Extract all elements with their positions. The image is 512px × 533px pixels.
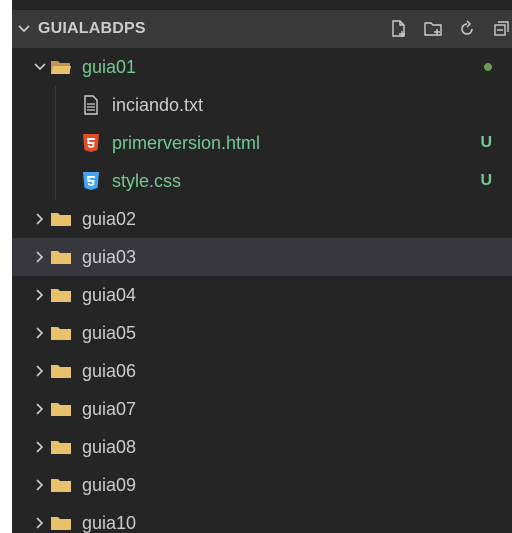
refresh-icon[interactable] <box>456 18 478 40</box>
chevron-down-icon[interactable] <box>30 57 50 77</box>
folder-icon <box>50 209 72 229</box>
folder-row-guia02[interactable]: guia02 <box>12 200 512 238</box>
new-folder-icon[interactable] <box>422 18 444 40</box>
git-untracked-badge: U <box>480 172 492 189</box>
folder-label: guia04 <box>82 284 137 305</box>
chevron-right-icon[interactable] <box>30 247 50 267</box>
folder-label: guia03 <box>82 246 137 267</box>
chevron-right-icon[interactable] <box>30 399 50 419</box>
chevron-right-icon[interactable] <box>30 437 50 457</box>
folder-label: guia01 <box>82 56 137 77</box>
folder-row-guia03[interactable]: guia03 <box>12 238 512 276</box>
file-row-style-css[interactable]: style.css U <box>12 162 512 200</box>
explorer-panel: GUIALABDPS guia01 inciando.txt primerver… <box>0 0 512 533</box>
window-edge <box>0 0 12 533</box>
git-modified-dot <box>484 63 492 71</box>
git-untracked-badge: U <box>480 134 492 151</box>
folder-row-guia09[interactable]: guia09 <box>12 466 512 504</box>
folder-label: guia06 <box>82 360 137 381</box>
chevron-right-icon[interactable] <box>30 513 50 533</box>
folder-label: guia05 <box>82 322 137 343</box>
chevron-right-icon[interactable] <box>30 361 50 381</box>
css3-icon <box>80 171 102 191</box>
folder-icon <box>50 247 72 267</box>
folder-icon <box>50 513 72 533</box>
chevron-right-icon[interactable] <box>30 475 50 495</box>
collapse-all-icon[interactable] <box>490 18 512 40</box>
folder-icon <box>50 399 72 419</box>
folder-label: guia10 <box>82 512 137 533</box>
file-tree: guia01 inciando.txt primerversion.html U <box>12 48 512 533</box>
file-label: inciando.txt <box>112 94 204 115</box>
folder-row-guia07[interactable]: guia07 <box>12 390 512 428</box>
file-label: primerversion.html <box>112 132 261 153</box>
new-file-icon[interactable] <box>388 18 410 40</box>
folder-row-guia10[interactable]: guia10 <box>12 504 512 533</box>
folder-open-icon <box>50 57 72 77</box>
folder-icon <box>50 285 72 305</box>
file-row-primerversion-html[interactable]: primerversion.html U <box>12 124 512 162</box>
folder-row-guia01[interactable]: guia01 <box>12 48 512 86</box>
folder-label: guia02 <box>82 208 137 229</box>
file-label: style.css <box>112 170 182 191</box>
text-file-icon <box>80 95 102 115</box>
html5-icon <box>80 133 102 153</box>
chevron-right-icon[interactable] <box>30 209 50 229</box>
folder-icon <box>50 437 72 457</box>
folder-icon <box>50 323 72 343</box>
explorer-header[interactable]: GUIALABDPS <box>12 10 512 48</box>
folder-row-guia08[interactable]: guia08 <box>12 428 512 466</box>
folder-label: guia08 <box>82 436 137 457</box>
folder-row-guia04[interactable]: guia04 <box>12 276 512 314</box>
chevron-right-icon[interactable] <box>30 323 50 343</box>
chevron-down-icon[interactable] <box>14 19 34 39</box>
folder-row-guia05[interactable]: guia05 <box>12 314 512 352</box>
folder-label: guia09 <box>82 474 137 495</box>
folder-label: guia07 <box>82 398 137 419</box>
folder-icon <box>50 475 72 495</box>
chevron-right-icon[interactable] <box>30 285 50 305</box>
folder-icon <box>50 361 72 381</box>
file-row-inciando-txt[interactable]: inciando.txt <box>12 86 512 124</box>
folder-row-guia06[interactable]: guia06 <box>12 352 512 390</box>
workspace-root-title: GUIALABDPS <box>38 20 146 37</box>
explorer-actions <box>388 10 512 48</box>
